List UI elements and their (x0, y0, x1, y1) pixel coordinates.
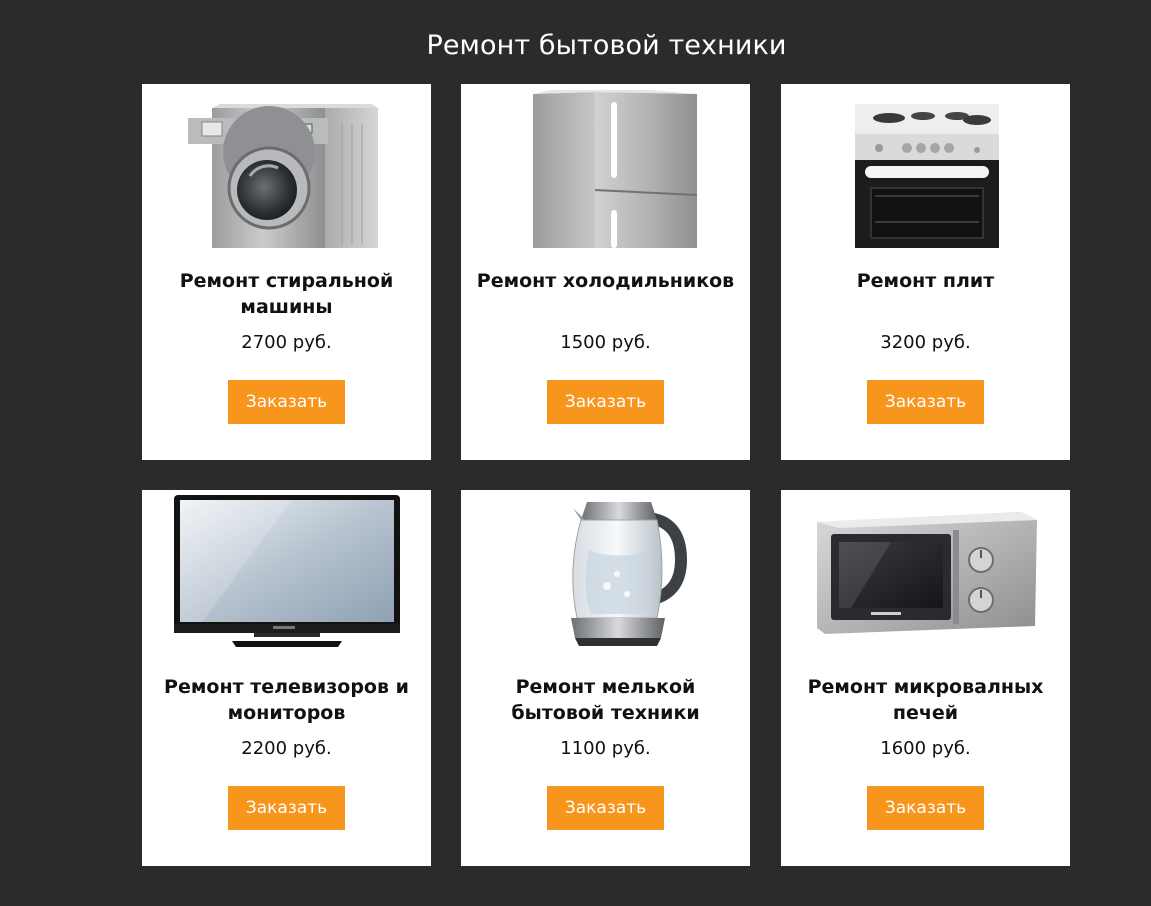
service-price: 1600 руб. (880, 738, 971, 759)
service-price: 1500 руб. (560, 332, 651, 353)
service-card-stove: Ремонт плит 3200 руб. Заказать (781, 84, 1070, 460)
service-card-washing-machine: Ремонт стиральной машины 2700 руб. Заказ… (142, 84, 431, 460)
microwave-image (817, 512, 1037, 634)
order-button[interactable]: Заказать (228, 380, 345, 424)
service-price: 3200 руб. (880, 332, 971, 353)
order-button[interactable]: Заказать (867, 786, 984, 830)
washing-machine-image (188, 104, 378, 248)
service-card-kettle: Ремонт мелькой бытовой техники 1100 руб.… (461, 490, 750, 866)
service-price: 1100 руб. (560, 738, 651, 759)
service-name: Ремонт плит (856, 270, 995, 292)
service-name: Ремонт холодильников (476, 270, 735, 292)
service-price: 2700 руб. (241, 332, 332, 353)
service-name: Ремонт телевизоров и мониторов (164, 676, 409, 724)
television-image (174, 495, 400, 647)
electric-stove-image (855, 104, 999, 248)
kettle-image (571, 502, 688, 646)
order-button[interactable]: Заказать (547, 786, 664, 830)
service-name: Ремонт микровалных печей (807, 676, 1044, 724)
service-card-television: Ремонт телевизоров и мониторов 2200 руб.… (142, 490, 431, 866)
order-button[interactable]: Заказать (228, 786, 345, 830)
order-button[interactable]: Заказать (867, 380, 984, 424)
service-name: Ремонт мелькой бытовой техники (511, 676, 700, 724)
refrigerator-image (533, 90, 698, 248)
service-card-microwave: Ремонт микровалных печей 1600 руб. Заказ… (781, 490, 1070, 866)
service-name: Ремонт стиральной машины (179, 270, 394, 318)
service-price: 2200 руб. (241, 738, 332, 759)
service-card-refrigerator: Ремонт холодильников 1500 руб. Заказать (461, 84, 750, 460)
order-button[interactable]: Заказать (547, 380, 664, 424)
page-title: Ремонт бытовой техники (426, 30, 787, 62)
